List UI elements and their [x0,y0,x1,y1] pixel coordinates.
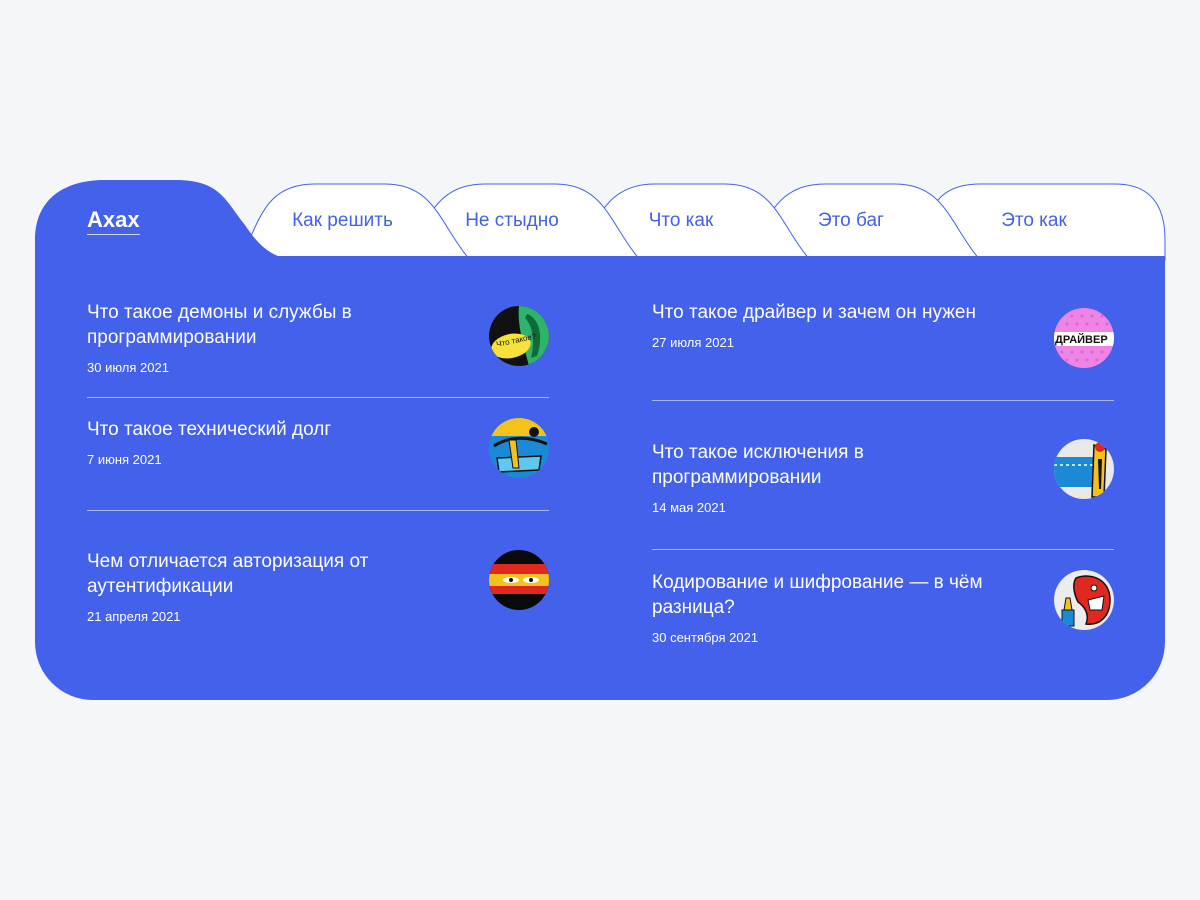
article-card[interactable]: Чем отличается авторизация от аутентифик… [87,511,549,631]
comic-figure-icon [1054,439,1114,499]
svg-text:ДРАЙВЕР: ДРАЙВЕР [1055,333,1108,346]
articles-widget: Ахах Как решить Не стыдно Что как Это ба… [35,180,1166,700]
masked-face-icon [489,550,549,610]
article-date: 21 апреля 2021 [87,609,181,624]
article-date: 7 июня 2021 [87,452,162,467]
tab-axax[interactable]: Ахах [87,204,140,236]
tab-ne-stydno[interactable]: Не стыдно [447,206,577,236]
article-title: Чем отличается авторизация от аутентифик… [87,551,369,597]
article-title: Что такое драйвер и зачем он нужен [652,302,976,323]
comic-debt-icon [489,418,549,478]
tab-eto-kak[interactable]: Это как [970,206,1098,236]
article-card[interactable]: Кодирование и шифрование — в чём разница… [652,550,1114,670]
article-title: Что такое демоны и службы в программиров… [87,302,352,348]
tab-axax-label: Ахах [87,207,140,235]
article-date: 14 мая 2021 [652,500,726,515]
article-card[interactable]: Что такое технический долг 7 июня 2021 [87,398,549,510]
article-card[interactable]: Что такое демоны и службы в программиров… [87,300,549,397]
article-card[interactable]: Что такое исключения в программировании … [652,401,1114,549]
article-title: Что такое исключения в программировании [652,442,864,488]
comic-question-icon: Что такое? [489,306,549,366]
tab-eto-bag[interactable]: Это баг [790,206,912,236]
tab-kak-reshit[interactable]: Как решить [275,206,410,236]
article-title: Кодирование и шифрование — в чём разница… [652,572,983,618]
article-date: 27 июля 2021 [652,335,734,350]
articles-column-right: Что такое драйвер и зачем он нужен 27 ию… [652,300,1114,670]
articles-column-left: Что такое демоны и службы в программиров… [87,300,549,631]
shouting-face-icon [1054,570,1114,630]
article-card[interactable]: Что такое драйвер и зачем он нужен 27 ию… [652,300,1114,400]
tab-chto-kak[interactable]: Что как [620,206,742,236]
driver-text-icon: ДРАЙВЕР [1054,308,1114,368]
article-title: Что такое технический долг [87,419,332,440]
article-date: 30 июля 2021 [87,360,169,375]
article-date: 30 сентября 2021 [652,630,759,645]
